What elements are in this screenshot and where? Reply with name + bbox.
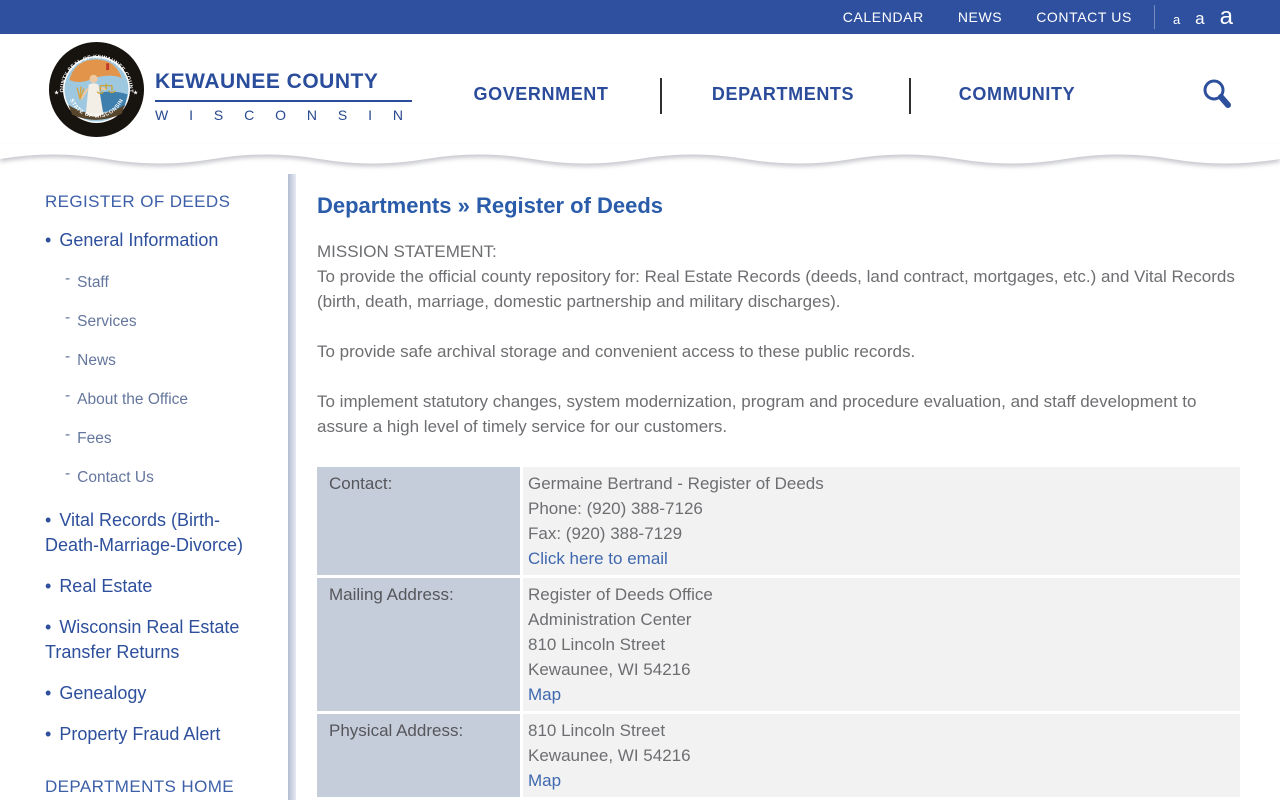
row-value: Germaine Bertrand - Register of Deeds Pho… [523,467,1240,575]
sidebar-item-property-fraud-alert[interactable]: • Property Fraud Alert [45,722,268,747]
county-seal-logo[interactable]: COUNTY SEAL OF KEWAUNEE COUNTY STATE OF … [48,41,145,138]
nav-government[interactable]: GOVERNMENT [473,84,608,105]
nav-community[interactable]: COMMUNITY [959,84,1075,105]
bullet-marker: • [45,683,52,703]
main-content: Departments » Register of Deeds MISSION … [296,174,1280,800]
sidebar-item-general-information[interactable]: • General Information [45,228,268,253]
news-link[interactable]: NEWS [958,9,1002,25]
nav-divider [660,78,662,114]
mission-statement-heading: MISSION STATEMENT: [317,242,497,261]
row-label: Physical Address: [317,714,520,797]
dash-marker: - [65,465,71,482]
mission-paragraph: To provide safe archival storage and con… [317,342,916,361]
sidebar-departments-home-link[interactable]: DEPARTMENTS HOME [45,777,268,797]
font-size-large-button[interactable]: a [1220,5,1233,29]
dash-marker: - [65,387,71,404]
font-size-medium-button[interactable]: a [1195,10,1204,27]
value-line: 810 Lincoln Street [528,721,666,740]
seal-star-left: ★ [54,89,59,96]
site-title: KEWAUNEE COUNTY [155,70,412,102]
sidebar: REGISTER OF DEEDS • General Information - S… [0,174,288,800]
sidebar-item-label: Property Fraud Alert [59,724,221,744]
search-button[interactable] [1200,77,1234,115]
site-header: COUNTY SEAL OF KEWAUNEE COUNTY STATE OF … [0,34,1280,144]
breadcrumb-departments-link[interactable]: Departments [317,193,451,218]
table-row: Physical Address: 810 Lincoln Street Kewau… [317,714,1240,797]
row-value: 810 Lincoln Street Kewaunee, WI 54216 Map [523,714,1240,797]
value-line: Germaine Bertrand - Register of Deeds [528,474,824,493]
table-row: Mailing Address: Register of Deeds Office… [317,578,1240,711]
breadcrumb-separator: » [457,193,470,218]
bullet-marker: • [45,230,52,250]
sidebar-item-wisconsin-real-estate-transfer-returns[interactable]: • Wisconsin Real Estate Transfer Returns [45,615,268,665]
sidebar-item-fees[interactable]: - Fees [65,426,268,448]
sidebar-menu: • General Information - Staff - Services - News… [45,228,268,747]
sidebar-item-vital-records-birth-death-marriage-divorce[interactable]: • Vital Records (Birth-Death-Marriage-Div… [45,508,268,558]
bullet-marker: • [45,617,52,637]
bullet-marker: • [45,576,52,596]
breadcrumb: Departments » Register of Deeds [317,193,1240,219]
bullet-marker: • [45,510,52,530]
bullet-marker: • [45,724,52,744]
sidebar-item-label: Genealogy [59,683,147,703]
sidebar-item-real-estate[interactable]: • Real Estate [45,574,268,599]
sidebar-item-label: Vital Records (Birth-Death-Marriage-Divo… [45,510,244,555]
sidebar-item-label: News [77,352,116,369]
site-subtitle: W I S C O N S I N [155,107,412,123]
contact-us-link[interactable]: CONTACT US [1036,9,1132,25]
value-line: Kewaunee, WI 54216 [528,746,691,765]
nav-divider [909,78,911,114]
mission-paragraph: To implement statutory changes, system m… [317,392,1197,436]
sidebar-item-label: Staff [77,274,109,291]
value-line: Register of Deeds Office [528,585,713,604]
page-title: Register of Deeds [475,193,664,218]
sidebar-item-label: Fees [77,430,112,447]
seal-star-right: ★ [133,89,138,96]
dash-marker: - [65,426,71,443]
sidebar-item-staff[interactable]: - Staff [65,270,268,292]
value-line: Kewaunee, WI 54216 [528,660,691,679]
sidebar-item-about-the-office[interactable]: - About the Office [65,387,268,409]
site-brand[interactable]: KEWAUNEE COUNTY W I S C O N S I N [155,70,412,123]
click-here-to-email-link[interactable]: Click here to email [528,546,668,571]
table-row: Contact: Germaine Bertrand - Register of … [317,467,1240,575]
sidebar-title: REGISTER OF DEEDS [45,192,231,211]
font-size-small-button[interactable]: a [1173,13,1180,26]
sidebar-item-label: Contact Us [77,469,154,486]
contact-info-table: Contact: Germaine Bertrand - Register of … [314,464,1243,800]
calendar-link[interactable]: CALENDAR [843,9,924,25]
value-line: Administration Center [528,610,692,629]
sidebar-item-label: Real Estate [59,576,153,596]
nav-departments[interactable]: DEPARTMENTS [712,84,854,105]
top-utility-bar: CALENDAR NEWS CONTACT US a a a [0,0,1280,34]
row-value: Register of Deeds Office Administration C… [523,578,1240,711]
sidebar-divider [288,174,296,800]
mission-paragraph: To provide the official county repositor… [317,267,1235,311]
sidebar-item-news[interactable]: - News [65,348,268,370]
font-size-controls: a a a [1173,5,1233,29]
search-icon [1203,79,1231,108]
row-label: Mailing Address: [317,578,520,711]
seal-lighthouse [106,63,110,71]
value-line: 810 Lincoln Street [528,635,666,654]
sidebar-item-label: About the Office [77,391,189,408]
dash-marker: - [65,270,71,287]
value-line: Fax: (920) 388-7129 [528,524,683,543]
wave-divider [0,144,1280,174]
sidebar-item-contact-us[interactable]: - Contact Us [65,465,268,487]
dash-marker: - [65,348,71,365]
sidebar-item-services[interactable]: - Services [65,309,268,331]
sidebar-item-label: Services [77,313,137,330]
map-link[interactable]: Map [528,682,561,707]
map-link[interactable]: Map [528,768,561,793]
row-label: Contact: [317,467,520,575]
value-line: Phone: (920) 388-7126 [528,499,703,518]
sidebar-item-genealogy[interactable]: • Genealogy [45,681,268,706]
dash-marker: - [65,309,71,326]
page-content: REGISTER OF DEEDS • General Information - S… [0,174,1280,800]
topbar-divider [1153,5,1155,29]
sidebar-item-label: Wisconsin Real Estate Transfer Returns [45,617,240,662]
sidebar-item-label: General Information [59,230,219,250]
